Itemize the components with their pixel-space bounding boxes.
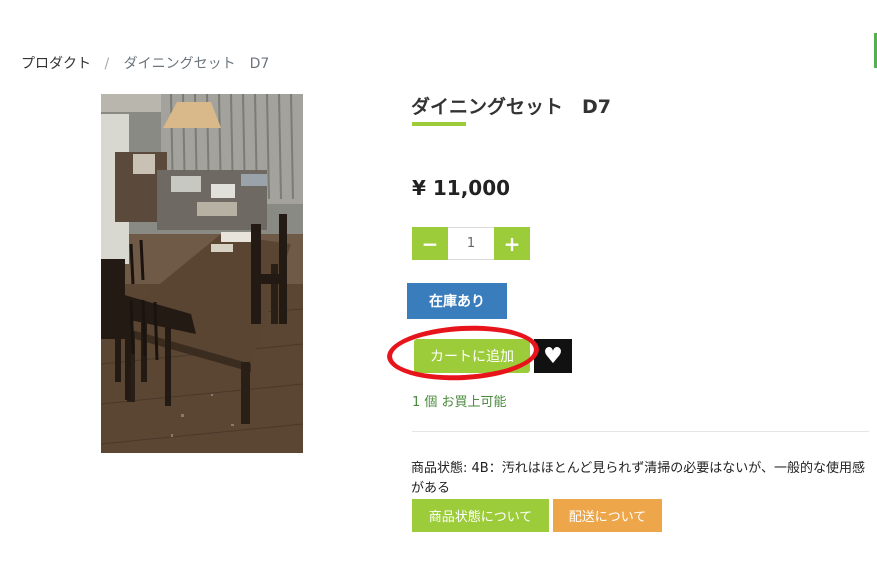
- title-underline: [412, 122, 466, 126]
- breadcrumb-current: ダイニングセット D7: [123, 56, 270, 72]
- product-price: ¥ 11,000: [412, 176, 511, 200]
- minus-icon: −: [421, 231, 439, 256]
- wishlist-button[interactable]: ♥: [534, 339, 572, 373]
- plus-icon: +: [503, 231, 521, 256]
- breadcrumb-root-link[interactable]: プロダクト: [21, 56, 91, 72]
- dining-set-photo: [101, 94, 303, 453]
- stock-status-badge: 在庫あり: [407, 283, 507, 319]
- breadcrumb-separator: /: [104, 56, 110, 72]
- heart-icon: ♥: [543, 343, 563, 369]
- about-shipping-button[interactable]: 配送について: [553, 499, 662, 532]
- product-page: プロダクト / ダイニングセット D7 ダイニングセット D7 ¥ 11,000…: [0, 0, 877, 569]
- divider: [412, 431, 869, 432]
- quantity-stepper: − +: [412, 227, 530, 260]
- condition-description: 商品状態: 4B：汚れはほとんど見られず清掃の必要はないが、一般的な使用感がある: [411, 461, 866, 496]
- quantity-input[interactable]: [448, 227, 494, 260]
- decrease-quantity-button[interactable]: −: [412, 227, 448, 260]
- product-title: ダイニングセット D7: [411, 96, 611, 118]
- availability-text: 1 個 お買上可能: [412, 395, 507, 410]
- product-image[interactable]: [101, 94, 303, 453]
- add-to-cart-button[interactable]: カートに追加: [414, 339, 530, 373]
- increase-quantity-button[interactable]: +: [494, 227, 530, 260]
- about-condition-button[interactable]: 商品状態について: [412, 499, 549, 532]
- breadcrumb: プロダクト / ダイニングセット D7: [21, 53, 269, 73]
